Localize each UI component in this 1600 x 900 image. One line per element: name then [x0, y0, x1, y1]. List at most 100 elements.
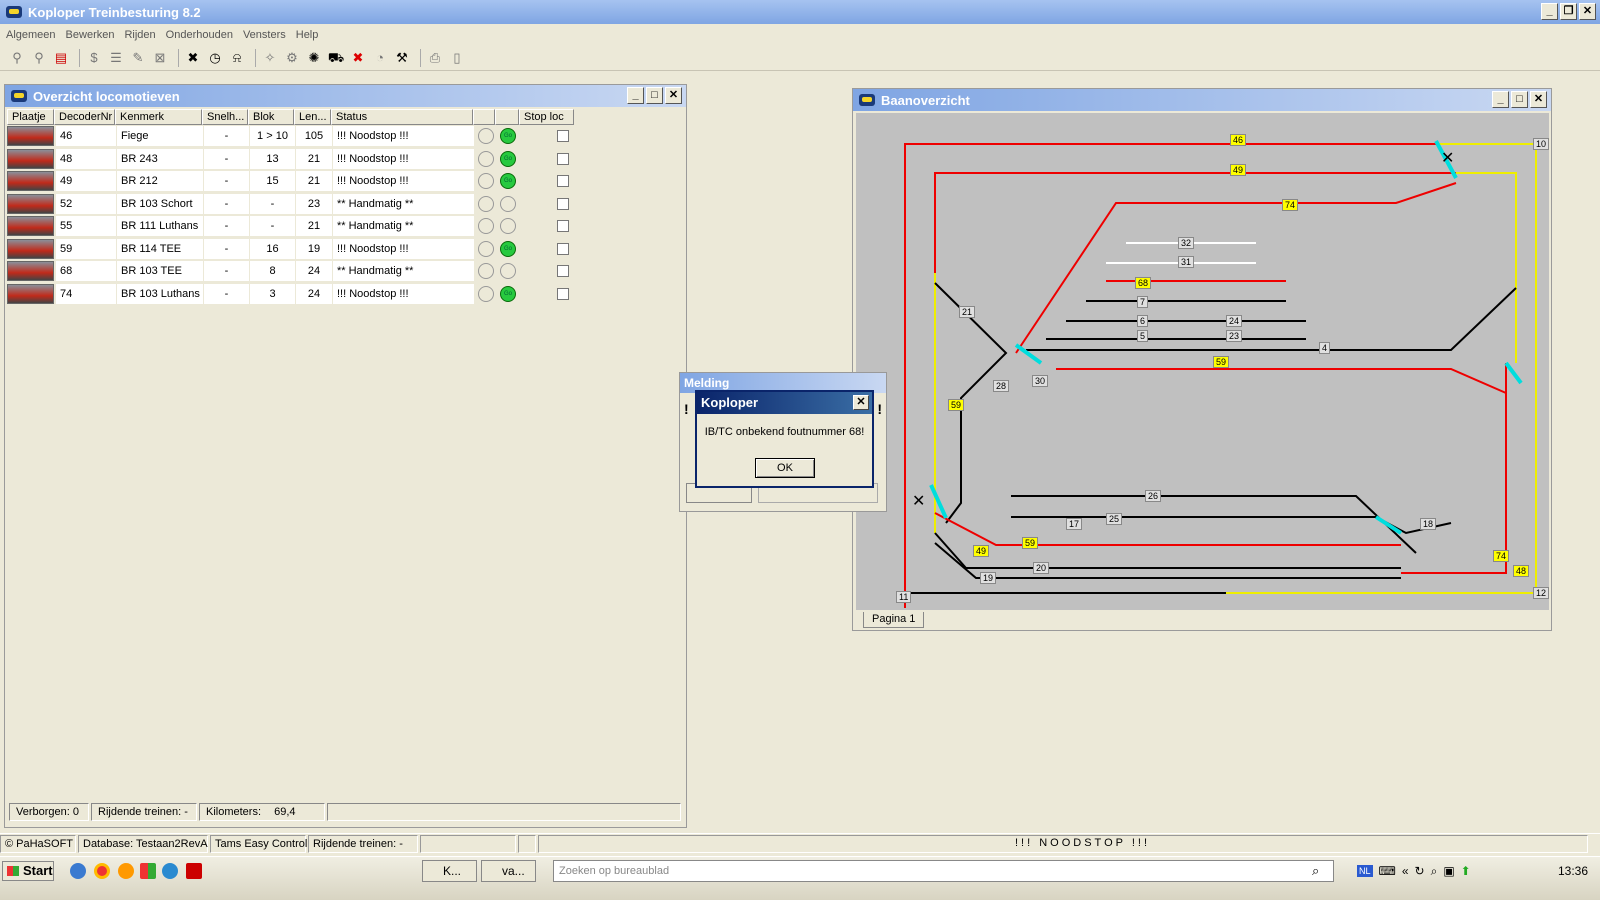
block-label[interactable]: 17	[1066, 518, 1083, 530]
col-status[interactable]: Status	[331, 109, 473, 125]
app-quicklaunch-icon[interactable]	[186, 863, 202, 879]
pin-2-icon[interactable]: ⚲	[30, 49, 48, 67]
table-row[interactable]: 59 BR 114 TEE -16 19!!! Noodstop !!! Go	[7, 238, 569, 260]
go-indicator[interactable]: Go	[500, 240, 516, 257]
dollar-icon[interactable]: $	[85, 49, 103, 67]
table-row[interactable]: 49 BR 212-15 21!!! Noodstop !!! Go	[7, 170, 569, 192]
go-indicator[interactable]: Go	[500, 173, 516, 189]
stop-loc-checkbox[interactable]	[557, 152, 569, 165]
clock-icon[interactable]: ◔	[371, 49, 389, 67]
stop-loc-checkbox[interactable]	[557, 175, 569, 187]
loco-maximize-button[interactable]: □	[646, 87, 663, 104]
block-label[interactable]: 5	[1137, 330, 1149, 342]
menu-bewerken[interactable]: Bewerken	[66, 29, 115, 41]
menu-algemeen[interactable]: Algemeen	[6, 29, 56, 41]
updates-icon[interactable]: ⬆	[1461, 864, 1471, 878]
table-row[interactable]: 46 Fiege -1 > 10 105!!! Noodstop !!! Go	[7, 125, 569, 147]
col-kenmerk[interactable]: Kenmerk	[115, 109, 202, 125]
block-label[interactable]: 30	[1032, 375, 1049, 387]
block-label[interactable]: 49	[1230, 164, 1247, 176]
col-lengte[interactable]: Len...	[294, 109, 331, 125]
block-label[interactable]: 68	[1135, 277, 1152, 289]
block-label[interactable]: 31	[1178, 256, 1195, 268]
chrome-icon[interactable]	[94, 863, 110, 879]
windows-icon[interactable]	[140, 863, 156, 879]
table-row[interactable]: 48 BR 243-13 21!!! Noodstop !!! Go	[7, 148, 569, 170]
dialog-close-button[interactable]: ✕	[853, 395, 869, 410]
sync-icon[interactable]: ↻	[1415, 864, 1425, 878]
network-icon[interactable]: ▣	[1443, 864, 1454, 878]
col-led-1[interactable]	[473, 109, 495, 125]
block-label[interactable]: 24	[1226, 315, 1243, 327]
page-icon[interactable]: ▯	[448, 49, 466, 67]
crossed-switch-icon[interactable]: ✖	[184, 49, 202, 67]
list-icon[interactable]: ☰	[107, 49, 125, 67]
stop-loc-checkbox[interactable]	[557, 197, 569, 210]
block-label[interactable]: 32	[1178, 237, 1195, 249]
col-plaatje[interactable]: Plaatje	[7, 109, 54, 125]
magnifier-icon[interactable]: ⌕	[1431, 864, 1438, 879]
locomotive-icon[interactable]: ⛟	[327, 49, 345, 67]
track-minimize-button[interactable]: _	[1492, 91, 1509, 108]
table-row[interactable]: 74 BR 103 Luthans -3 24!!! Noodstop !!! Go	[7, 283, 569, 305]
block-label[interactable]: 59	[1213, 356, 1230, 368]
expand-tray-icon[interactable]: «	[1402, 864, 1409, 878]
close-button[interactable]: ✕	[1579, 3, 1596, 20]
go-indicator[interactable]	[500, 263, 516, 279]
block-label[interactable]: 6	[1137, 315, 1149, 327]
table-row[interactable]: 52 BR 103 Schort - -23 ** Handmatig **	[7, 193, 569, 215]
block-label[interactable]: 10	[1533, 138, 1550, 150]
block-label[interactable]: 19	[980, 572, 997, 584]
col-snelheid[interactable]: Snelh...	[202, 109, 248, 125]
block-label[interactable]: 74	[1493, 550, 1510, 562]
go-indicator[interactable]: Go	[500, 285, 516, 302]
task-koploper[interactable]: K...	[422, 860, 477, 882]
block-label[interactable]: 18	[1420, 518, 1437, 530]
menu-vensters[interactable]: Vensters	[243, 29, 286, 41]
print-icon[interactable]: ⎙	[426, 49, 444, 67]
ok-button[interactable]: OK	[755, 458, 815, 478]
block-label[interactable]: 28	[993, 380, 1010, 392]
track-close-button[interactable]: ✕	[1530, 91, 1547, 108]
signal-icon[interactable]: ✺	[305, 49, 323, 67]
stop-loc-checkbox[interactable]	[557, 220, 569, 232]
stop-loc-checkbox[interactable]	[557, 265, 569, 277]
block-label[interactable]: 25	[1106, 513, 1123, 525]
wand-icon[interactable]: ✧	[261, 49, 279, 67]
go-indicator[interactable]	[500, 218, 516, 234]
ie-icon[interactable]	[70, 863, 86, 879]
menu-help[interactable]: Help	[296, 29, 319, 41]
go-indicator[interactable]: Go	[500, 150, 516, 167]
language-indicator[interactable]: NL	[1357, 865, 1373, 877]
block-label[interactable]: 12	[1533, 587, 1550, 599]
col-blok[interactable]: Blok	[248, 109, 294, 125]
block-label[interactable]: 7	[1137, 296, 1149, 308]
restore-button[interactable]: ❐	[1560, 3, 1577, 20]
firefox-icon[interactable]	[118, 863, 134, 879]
go-indicator[interactable]: Go	[500, 128, 516, 144]
stop-loc-checkbox[interactable]	[557, 242, 569, 255]
cog-icon[interactable]: ⚙	[283, 49, 301, 67]
block-label[interactable]: 20	[1033, 562, 1050, 574]
block-label[interactable]: 48	[1513, 565, 1530, 577]
pin-icon[interactable]: ⚲	[8, 49, 26, 67]
task-chrome[interactable]: va...	[481, 860, 536, 882]
col-led-2[interactable]	[495, 109, 519, 125]
timer-icon[interactable]: ◷	[206, 49, 224, 67]
col-stop-loc[interactable]: Stop loc	[519, 109, 574, 125]
grid-x-icon[interactable]: ⊠	[151, 49, 169, 67]
minimize-button[interactable]: _	[1541, 3, 1558, 20]
emergency-stop-icon[interactable]: ✖	[349, 49, 367, 67]
menu-rijden[interactable]: Rijden	[124, 29, 155, 41]
table-row[interactable]: 68 BR 103 TEE -8 24 ** Handmatig **	[7, 260, 569, 282]
tools-icon[interactable]: ⚒	[393, 49, 411, 67]
go-indicator[interactable]	[500, 195, 516, 212]
keyboard-icon[interactable]: ⌨	[1379, 864, 1396, 878]
block-label[interactable]: 74	[1282, 199, 1299, 211]
block-label[interactable]: 59	[948, 399, 965, 411]
track-layout-canvas[interactable]: ✕ ✕ 46 49 74 68 59 59 49 59 74 48 10 32 …	[856, 113, 1550, 610]
media-icon[interactable]	[162, 863, 178, 879]
block-label[interactable]: 26	[1145, 490, 1162, 502]
block-label[interactable]: 21	[959, 306, 976, 318]
block-label[interactable]: 11	[896, 591, 912, 603]
